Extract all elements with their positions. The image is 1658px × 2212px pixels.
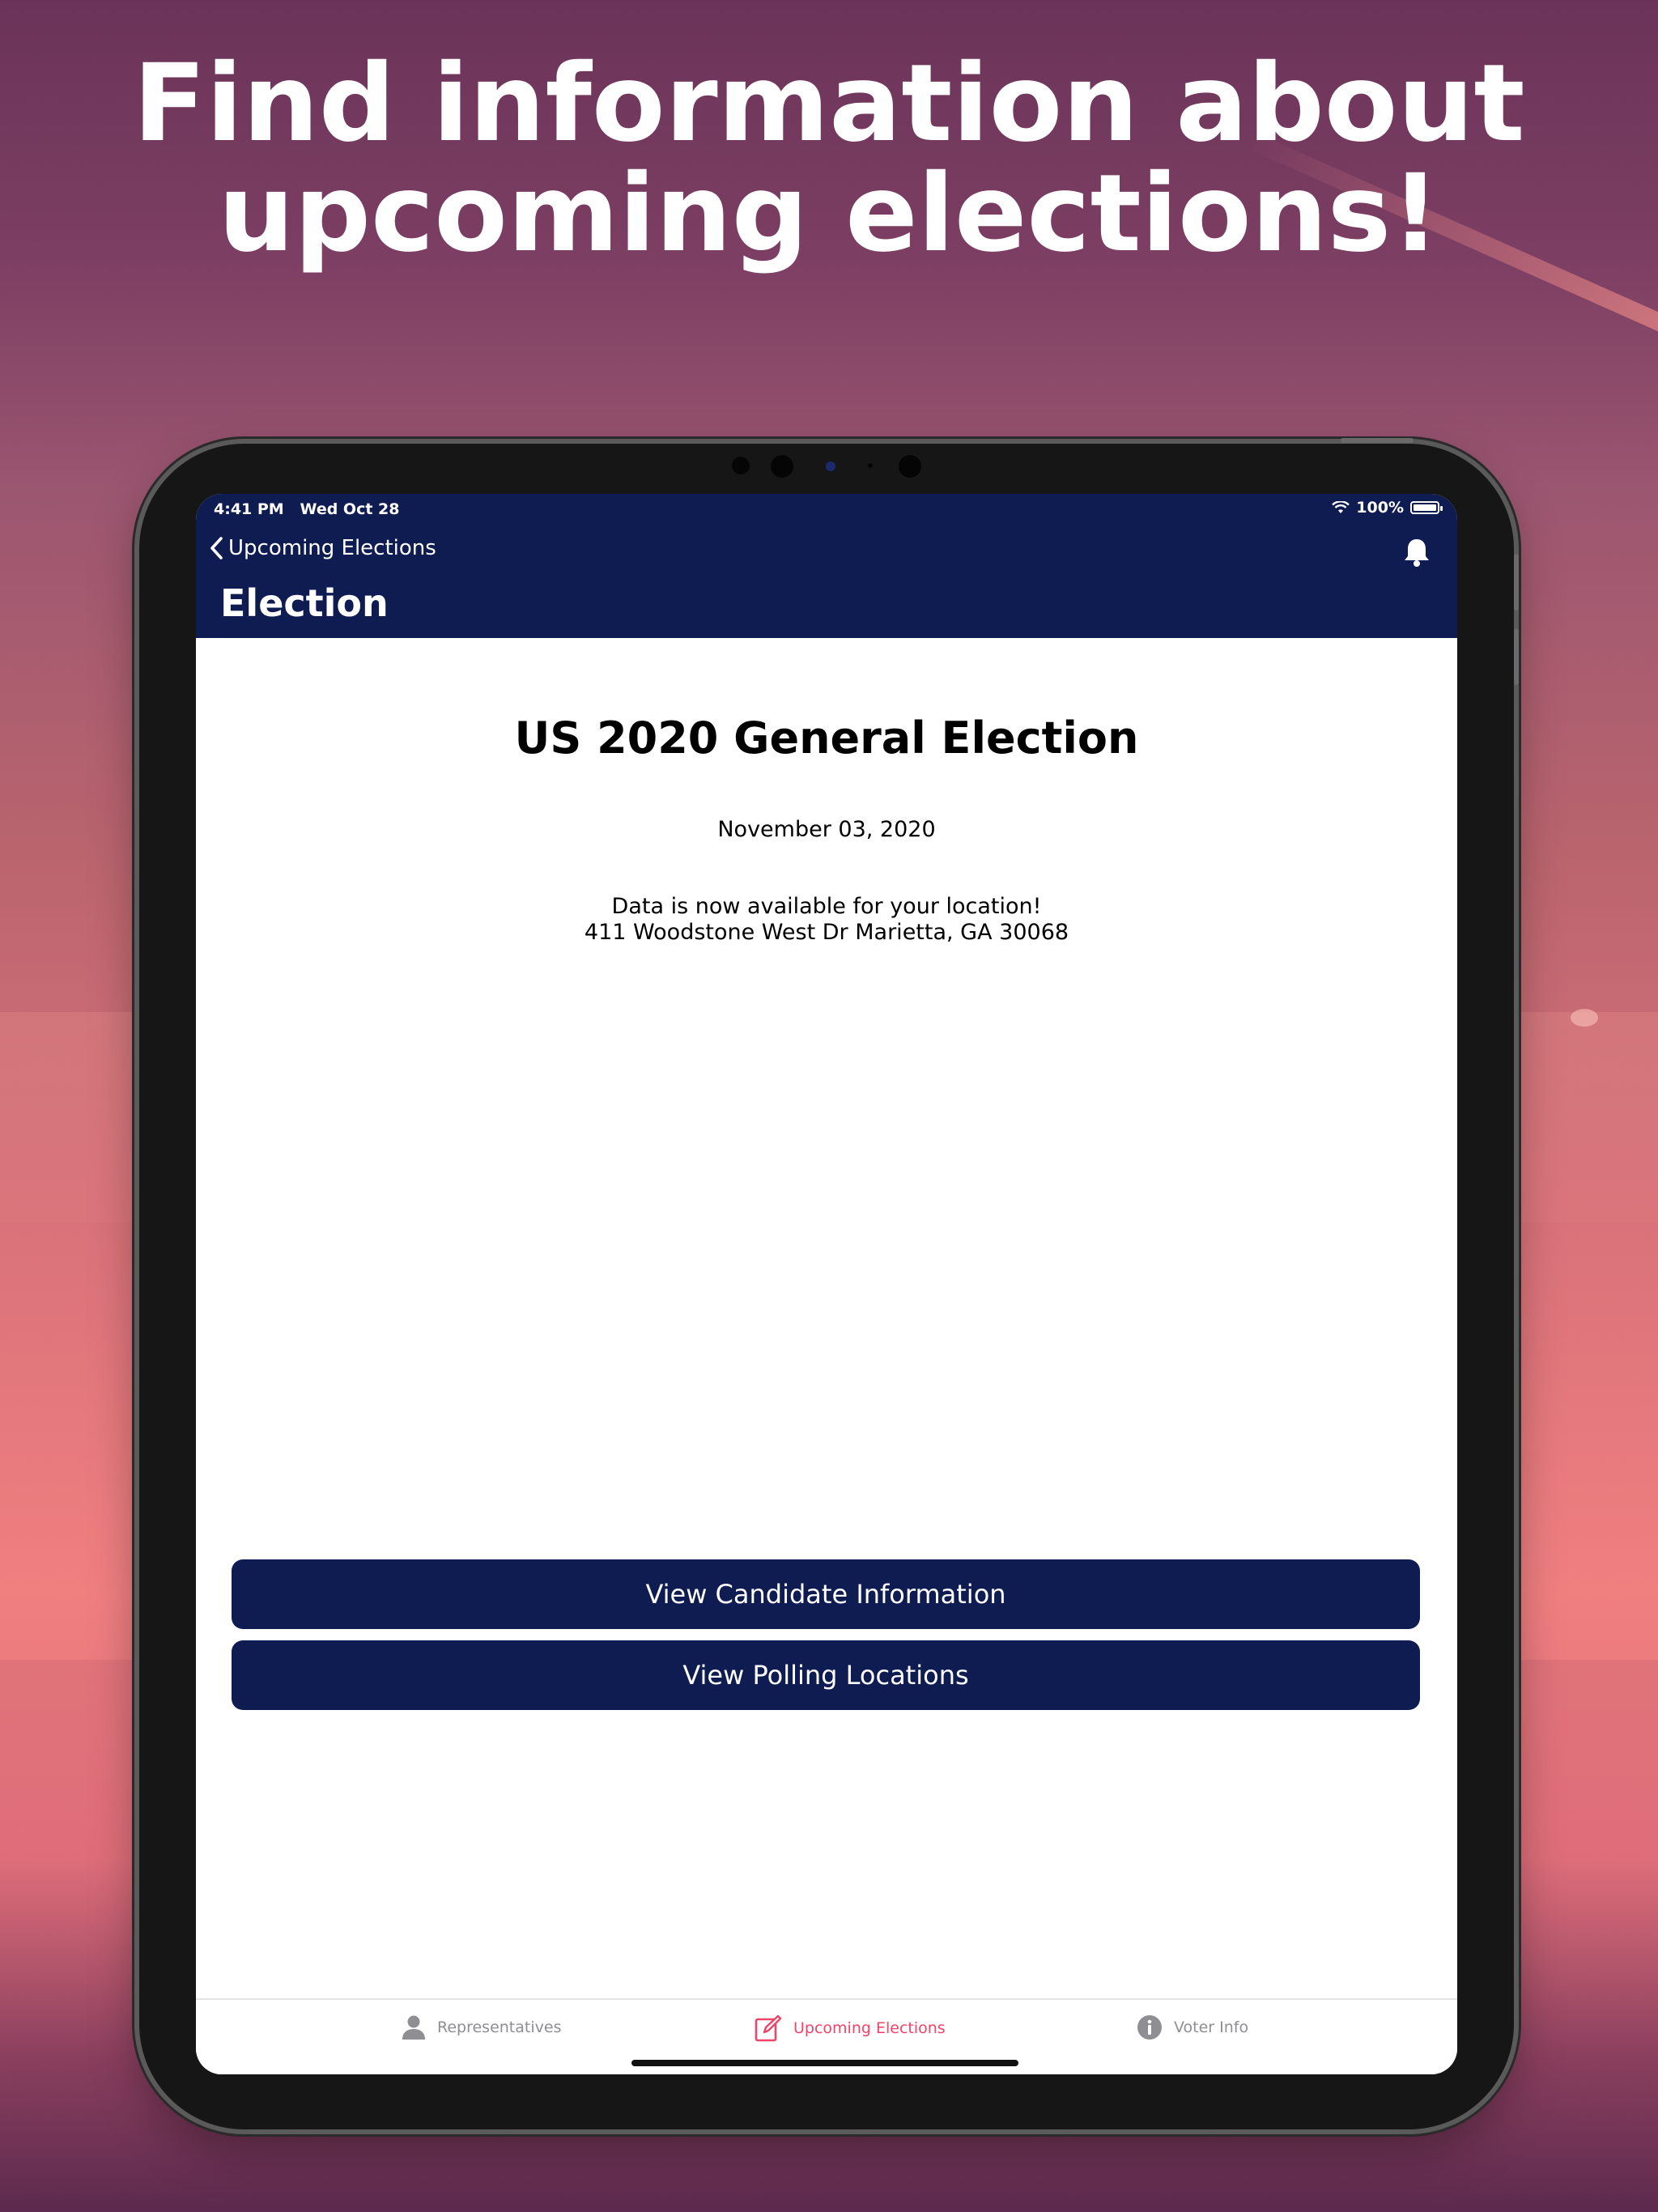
battery-icon [1410, 501, 1443, 514]
tab-bar: Representatives Upcoming Elections Voter… [196, 1998, 1457, 2074]
home-indicator[interactable] [631, 2060, 1018, 2066]
light-spot [1571, 1009, 1598, 1027]
sensor-icon [732, 457, 750, 474]
voter-address: 411 Woodstone West Dr Marietta, GA 30068 [584, 920, 1069, 945]
sensor-icon [899, 455, 921, 478]
camera-lens-icon [826, 462, 835, 471]
promo-headline: Find information about upcoming election… [0, 49, 1658, 269]
election-date: November 03, 2020 [717, 817, 936, 842]
status-indicators: 100% [1332, 499, 1443, 517]
top-button [1341, 438, 1414, 443]
volume-up-button [1514, 554, 1519, 610]
election-details: US 2020 General Election November 03, 20… [196, 638, 1457, 946]
info-icon [1137, 2015, 1162, 2040]
tab-upcoming-elections[interactable]: Upcoming Elections [755, 2014, 946, 2042]
availability-message: Data is now available for your location! [611, 894, 1042, 919]
headline-line-2: upcoming elections! [218, 151, 1440, 276]
wifi-icon [1332, 501, 1350, 513]
location-availability: Data is now available for your location!… [196, 894, 1457, 946]
ipad-frame: 4:41 PM Wed Oct 28 100% Upcoming Electio… [139, 438, 1519, 2129]
status-time-date: 4:41 PM Wed Oct 28 [214, 500, 400, 518]
bell-icon[interactable] [1401, 536, 1433, 568]
person-icon [402, 2015, 425, 2040]
tab-label: Upcoming Elections [793, 2019, 946, 2037]
navigation-bar: 4:41 PM Wed Oct 28 100% Upcoming Electio… [196, 494, 1457, 638]
volume-down-button [1514, 628, 1519, 685]
sensor-icon [868, 463, 873, 468]
back-button-label: Upcoming Elections [228, 536, 436, 560]
edit-icon [755, 2014, 782, 2042]
camera-icon [771, 455, 793, 478]
chevron-left-icon [210, 537, 223, 559]
page-title: Election [220, 581, 389, 625]
view-candidate-information-button[interactable]: View Candidate Information [232, 1559, 1420, 1629]
tab-label: Voter Info [1174, 2018, 1249, 2036]
election-name: US 2020 General Election [514, 713, 1139, 764]
back-button[interactable]: Upcoming Elections [209, 536, 436, 560]
tab-representatives[interactable]: Representatives [402, 2014, 561, 2040]
battery-percent: 100% [1356, 499, 1404, 517]
tab-label: Representatives [437, 2018, 562, 2036]
headline-line-1: Find information about [133, 41, 1525, 166]
app-screen: 4:41 PM Wed Oct 28 100% Upcoming Electio… [196, 494, 1457, 2074]
tab-voter-info[interactable]: Voter Info [1137, 2014, 1248, 2040]
view-polling-locations-button[interactable]: View Polling Locations [232, 1640, 1420, 1710]
